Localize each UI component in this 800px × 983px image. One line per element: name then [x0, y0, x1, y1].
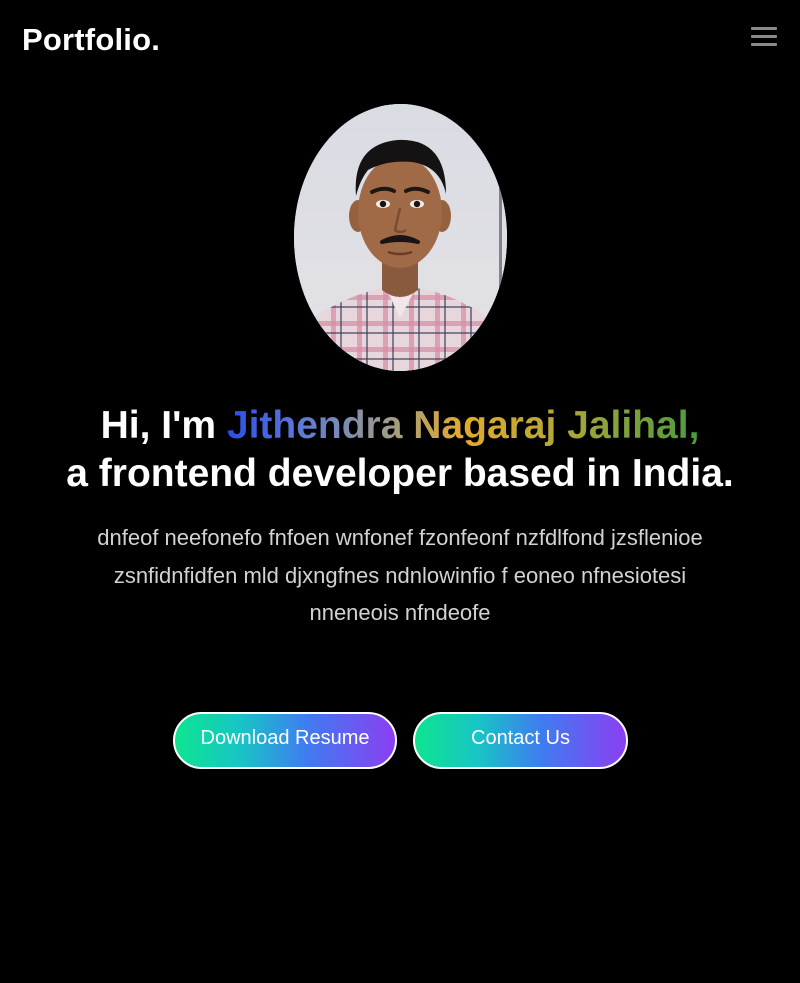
description-line-1: dnfeof neefonefo fnfoen wnfonef fzonfeon… [97, 525, 703, 550]
contact-us-button[interactable]: Contact Us [413, 712, 628, 769]
site-logo[interactable]: Portfolio. [22, 21, 160, 59]
profile-photo [294, 104, 507, 371]
download-resume-button[interactable]: Download Resume [173, 712, 397, 769]
description-line-2: zsnfidnfidfen mld djxngfnes ndnlowinfio … [113, 562, 687, 626]
greeting-text: Hi, I'm [100, 404, 217, 447]
avatar [294, 104, 507, 371]
developer-name: Jithendra Nagaraj Jalihal, [226, 404, 700, 447]
tagline: a frontend developer based in India. [66, 452, 734, 495]
greeting-line: Hi, I'm Jithendra Nagaraj Jalihal, [0, 402, 800, 450]
hamburger-menu-icon[interactable] [750, 24, 778, 48]
portfolio-page: Portfolio. Hi, I'm Jithendra Nagaraj Jal… [0, 0, 800, 983]
hero-description: dnfeof neefonefo fnfoen wnfonef fzonfeon… [70, 519, 730, 632]
hero-headline: Hi, I'm Jithendra Nagaraj Jalihal, a fro… [0, 402, 800, 498]
